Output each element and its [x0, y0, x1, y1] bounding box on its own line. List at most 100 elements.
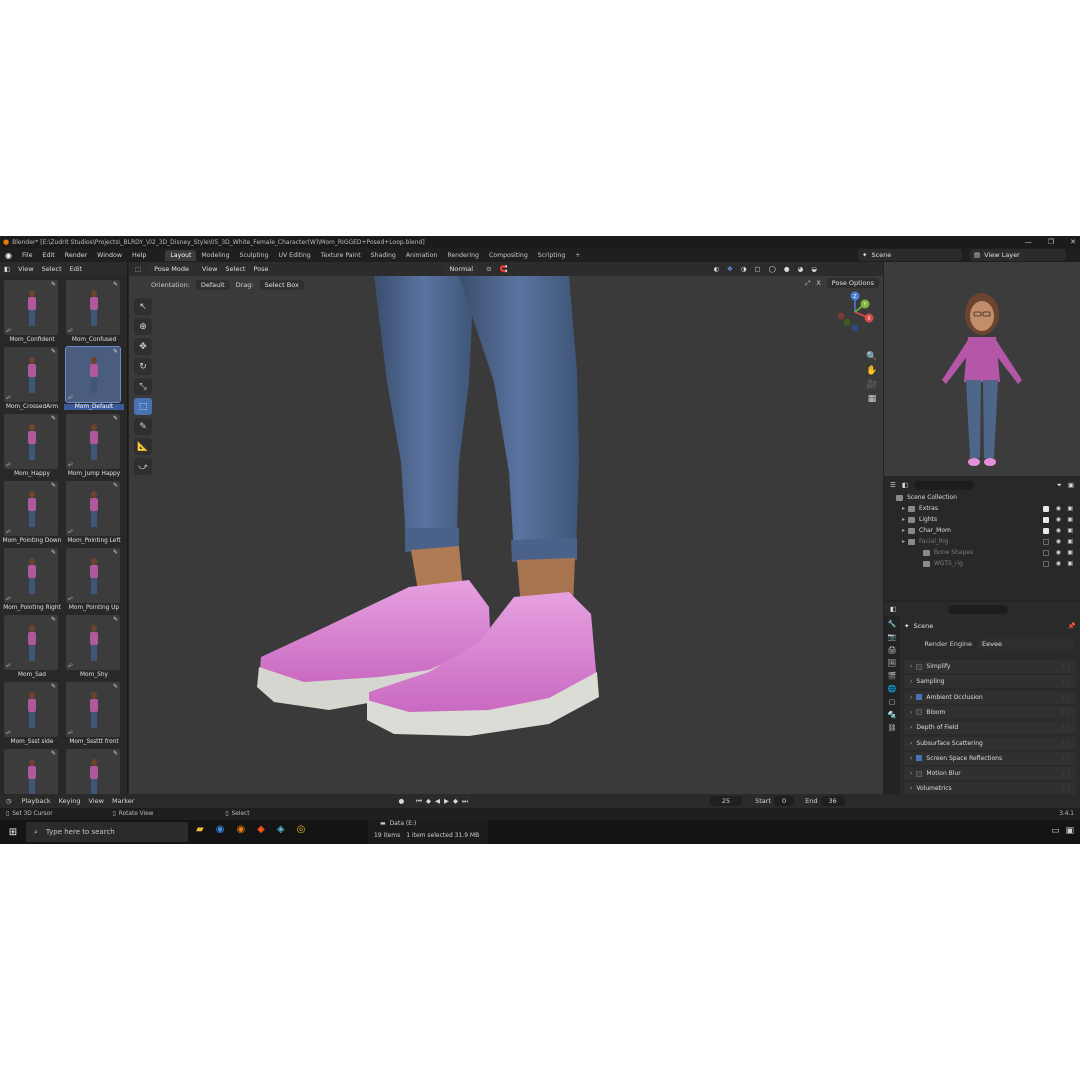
- asset-item[interactable]: ✎ ☍ Mom_Pointing Up: [64, 548, 124, 615]
- asset-item[interactable]: ✎ ☍ Mom_Ssst side: [2, 682, 62, 749]
- mode-selector[interactable]: Pose Mode: [149, 264, 194, 274]
- expand-arrow-icon[interactable]: ▸: [902, 538, 905, 545]
- asset-item[interactable]: ✎ ☍ Mom_Pointing Left: [64, 481, 124, 548]
- tab-layout[interactable]: Layout: [165, 249, 197, 261]
- file-explorer-icon[interactable]: ▰: [196, 824, 204, 835]
- tab-shading[interactable]: Shading: [366, 250, 401, 261]
- gizmo-toggle-icon[interactable]: ✥: [727, 265, 732, 273]
- view-layer-tab-icon[interactable]: 🖼: [888, 659, 897, 667]
- visibility-eye-icon[interactable]: ◉: [1056, 527, 1061, 534]
- transform-orientation-dropdown[interactable]: Normal: [444, 264, 479, 274]
- tab-rendering[interactable]: Rendering: [442, 250, 484, 261]
- expand-arrow-icon[interactable]: ▸: [902, 527, 905, 534]
- scene-tab-icon[interactable]: 🎬: [888, 672, 897, 680]
- edit-asset-icon[interactable]: ✎: [51, 616, 56, 623]
- maximize-button[interactable]: ❐: [1048, 238, 1054, 246]
- grid-icon[interactable]: ▦: [868, 394, 877, 404]
- property-panel[interactable]: › Screen Space Reflections ⋮⋮: [904, 751, 1076, 765]
- render-camera-icon[interactable]: ▣: [1067, 527, 1073, 534]
- asset-menu-select[interactable]: Select: [42, 265, 62, 273]
- x-mirror-icon[interactable]: X: [816, 279, 820, 287]
- visibility-eye-icon[interactable]: ◉: [1056, 538, 1061, 545]
- visibility-eye-icon[interactable]: ◉: [1056, 516, 1061, 523]
- visibility-eye-icon[interactable]: ◉: [1056, 549, 1061, 556]
- pivot-icon[interactable]: ⊙: [486, 265, 491, 273]
- asset-menu-edit[interactable]: Edit: [70, 265, 83, 273]
- visibility-eye-icon[interactable]: ◉: [1056, 505, 1061, 512]
- tab-sculpting[interactable]: Sculpting: [235, 250, 274, 261]
- current-frame-field[interactable]: 25: [709, 796, 743, 806]
- shading-rendered-icon[interactable]: ◒: [811, 265, 817, 273]
- zoom-icon[interactable]: 🔍: [866, 352, 877, 362]
- panel-expand-icon[interactable]: ›: [910, 709, 912, 716]
- camera-icon[interactable]: 🎥: [866, 380, 877, 390]
- pose-options-dropdown[interactable]: Pose Options: [826, 278, 879, 288]
- blender-taskbar-icon[interactable]: ◉: [236, 824, 245, 835]
- view-layer-selector[interactable]: ▤ View Layer: [970, 249, 1066, 261]
- move-tool-icon[interactable]: ✥: [134, 338, 152, 355]
- outliner-search-input[interactable]: [913, 480, 974, 490]
- outliner-row[interactable]: WGTS_rig ◉ ▣: [884, 558, 1080, 569]
- edit-asset-icon[interactable]: ✎: [51, 348, 56, 355]
- exclude-checkbox[interactable]: [1043, 549, 1049, 556]
- object-tab-icon[interactable]: ▢: [889, 698, 896, 706]
- shading-wireframe-icon[interactable]: ◯: [769, 265, 776, 273]
- drag-handle-icon[interactable]: ⋮⋮: [1060, 709, 1072, 716]
- record-button[interactable]: ●: [388, 797, 414, 805]
- exclude-checkbox[interactable]: [1043, 538, 1049, 545]
- panel-expand-icon[interactable]: ›: [910, 678, 912, 685]
- editor-type-icon[interactable]: ◷: [0, 797, 18, 805]
- edit-asset-icon[interactable]: ✎: [113, 482, 118, 489]
- xray-icon[interactable]: ▢: [754, 265, 760, 273]
- drag-dropdown[interactable]: Select Box: [259, 279, 304, 290]
- menu-window[interactable]: Window: [92, 252, 127, 259]
- edit-asset-icon[interactable]: ✎: [113, 683, 118, 690]
- timeline-menu-marker[interactable]: Marker: [108, 797, 138, 805]
- visibility-icon[interactable]: ◐: [714, 265, 720, 273]
- add-workspace-button[interactable]: +: [570, 250, 585, 261]
- tab-texture-paint[interactable]: Texture Paint: [316, 250, 366, 261]
- navigation-gizmo[interactable]: Z X Y: [833, 290, 877, 334]
- play-reverse-icon[interactable]: ◀: [433, 797, 442, 805]
- panel-expand-icon[interactable]: ›: [910, 785, 912, 792]
- annotate-tool-icon[interactable]: ✎: [134, 418, 152, 435]
- prev-keyframe-icon[interactable]: ◆: [424, 797, 433, 805]
- asset-item[interactable]: ✎ ☍ Mom_Pointing Down: [2, 481, 62, 548]
- outliner-row[interactable]: Bone Shapes ◉ ▣: [884, 547, 1080, 558]
- edit-asset-icon[interactable]: ✎: [51, 482, 56, 489]
- rotate-tool-icon[interactable]: ↻: [134, 358, 152, 375]
- snap-icon[interactable]: 🧲: [500, 265, 508, 273]
- edit-asset-icon[interactable]: ✎: [113, 750, 118, 757]
- viewport-menu-view[interactable]: View: [202, 265, 217, 273]
- outliner-row[interactable]: ▸ Lights ◉ ▣: [884, 514, 1080, 525]
- timeline-menu-playback[interactable]: Playback: [18, 797, 55, 805]
- global-icon[interactable]: ⤢: [805, 279, 810, 288]
- property-panel[interactable]: › Subsurface Scattering ⋮⋮: [904, 736, 1076, 750]
- tool-tab-icon[interactable]: 🔧: [888, 620, 897, 628]
- minimize-button[interactable]: —: [1025, 238, 1032, 246]
- menu-render[interactable]: Render: [60, 252, 92, 259]
- panel-expand-icon[interactable]: ›: [910, 740, 912, 747]
- render-camera-icon[interactable]: ▣: [1067, 516, 1073, 523]
- exclude-checkbox[interactable]: [1043, 560, 1049, 567]
- play-icon[interactable]: ▶: [442, 797, 451, 805]
- outliner-row[interactable]: ▸ Extras ◉ ▣: [884, 503, 1080, 514]
- relax-tool-icon[interactable]: ⤻: [134, 458, 152, 475]
- panel-enable-checkbox[interactable]: [916, 709, 923, 716]
- edit-asset-icon[interactable]: ✎: [51, 415, 56, 422]
- exclude-checkbox[interactable]: [1043, 505, 1049, 512]
- edit-asset-icon[interactable]: ✎: [51, 549, 56, 556]
- world-tab-icon[interactable]: 🌐: [888, 685, 897, 693]
- overlay-icon[interactable]: ◑: [741, 265, 747, 273]
- drag-handle-icon[interactable]: ⋮⋮: [1060, 770, 1072, 777]
- expand-arrow-icon[interactable]: ▸: [902, 516, 905, 523]
- menu-help[interactable]: Help: [127, 252, 151, 259]
- render-camera-icon[interactable]: ▣: [1067, 549, 1073, 556]
- windows-start-icon[interactable]: ⊞: [0, 827, 26, 838]
- drag-handle-icon[interactable]: ⋮⋮: [1060, 724, 1072, 731]
- asset-item[interactable]: ✎ ☍ Mom_Happy: [2, 414, 62, 481]
- asset-item[interactable]: ✎ ☍ Mom_Pointing Right: [2, 548, 62, 615]
- outliner-row[interactable]: ▸ Char_Mom ◉ ▣: [884, 525, 1080, 536]
- asset-item[interactable]: ✎ ☍ Mom_Default: [64, 346, 124, 414]
- asset-item[interactable]: ✎ ☍ Mom_Sad: [2, 615, 62, 682]
